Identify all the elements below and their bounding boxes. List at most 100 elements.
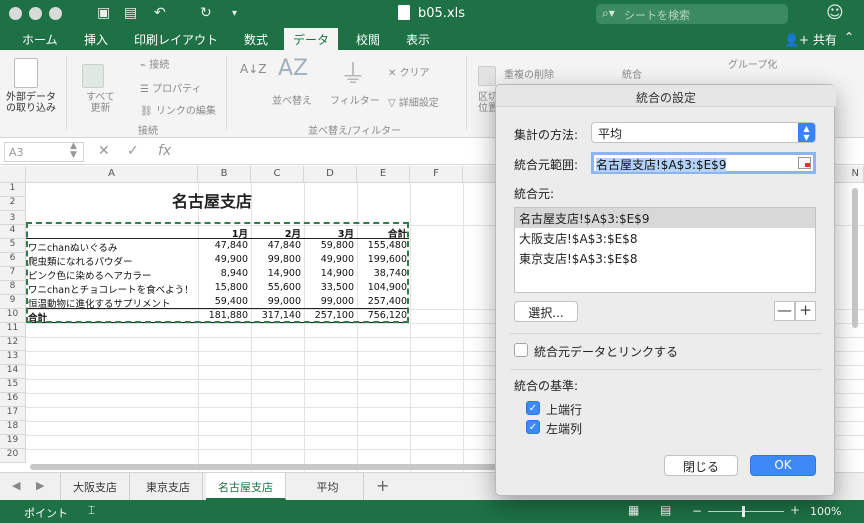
row-header[interactable]: 1 <box>0 183 26 197</box>
row-header[interactable]: 8 <box>0 281 26 295</box>
zoom-window-button[interactable] <box>49 7 62 20</box>
tab-home[interactable]: ホーム <box>22 31 58 48</box>
advanced-filter-button[interactable]: ▽ 詳細設定 <box>388 94 439 109</box>
row-header[interactable]: 14 <box>0 365 26 379</box>
status-mode: ポイント <box>24 507 68 520</box>
sheet-tab-average[interactable]: 平均 <box>292 473 364 500</box>
row-header[interactable]: 5 <box>0 239 26 253</box>
row-header[interactable]: 10 <box>0 309 26 323</box>
sheet-tab-nagoya[interactable]: 名古屋支店 <box>206 473 286 500</box>
collapse-dialog-icon[interactable] <box>798 157 811 169</box>
insert-function-icon[interactable]: fx <box>158 143 171 159</box>
column-header-e[interactable]: E <box>357 166 410 183</box>
row-header[interactable]: 16 <box>0 393 26 407</box>
cancel-entry-icon[interactable]: ✕ <box>98 143 110 159</box>
list-item[interactable]: 名古屋支店!$A$3:$E$9 <box>515 208 815 228</box>
column-header-c[interactable]: C <box>251 166 304 183</box>
edit-links-button[interactable]: ⛓ リンクの編集 <box>140 102 216 117</box>
redo-icon[interactable]: ↻ <box>200 5 212 21</box>
row-header[interactable]: 7 <box>0 267 26 281</box>
connections-button[interactable]: ⌁ 接続 <box>140 56 169 71</box>
tab-insert[interactable]: 挿入 <box>84 31 108 48</box>
tab-data[interactable]: データ <box>284 28 339 50</box>
row-header[interactable]: 12 <box>0 337 26 351</box>
filter-button[interactable]: フィルター <box>330 92 380 107</box>
sheet-search[interactable]: ⌕▾ シートを検索 <box>596 4 788 24</box>
close-window-button[interactable] <box>9 7 22 20</box>
macro-record-icon[interactable]: ⌶ <box>88 503 95 518</box>
ribbon-separator <box>466 56 467 130</box>
list-item[interactable]: 大阪支店!$A$3:$E$8 <box>515 228 815 248</box>
sheet-tab-tokyo[interactable]: 東京支店 <box>134 473 203 500</box>
name-box-stepper-icon[interactable]: ▲ ▼ <box>70 142 77 160</box>
ok-button[interactable]: OK <box>750 455 816 476</box>
row-header[interactable]: 6 <box>0 253 26 267</box>
add-sheet-icon[interactable]: + <box>376 476 389 495</box>
column-header-a[interactable]: A <box>26 166 198 183</box>
horizontal-scrollbar[interactable] <box>30 464 500 470</box>
zoom-out-icon[interactable]: − <box>692 504 702 518</box>
select-all-corner[interactable] <box>0 166 26 183</box>
tab-view[interactable]: 表示 <box>406 31 430 48</box>
left-column-checkbox[interactable]: ✓ <box>526 420 540 434</box>
sort-button[interactable]: 並べ替え <box>272 92 312 107</box>
search-icon: ⌕▾ <box>602 6 615 20</box>
sort-ascending-icon[interactable]: A↓Z <box>240 62 266 76</box>
column-header-b[interactable]: B <box>198 166 251 183</box>
sheet-tab-osaka[interactable]: 大阪支店 <box>60 473 130 500</box>
add-reference-button[interactable]: + <box>795 301 816 321</box>
advanced-label: 詳細設定 <box>398 98 439 109</box>
reference-input[interactable]: 名古屋支店!$A$3:$E$9 <box>591 152 816 174</box>
external-data-button[interactable]: 外部データ の取り込み <box>6 92 56 114</box>
save-icon[interactable]: ▤ <box>124 5 137 21</box>
undo-icon[interactable]: ↶ <box>154 5 166 21</box>
feedback-smiley-icon[interactable]: ☺ <box>826 3 844 23</box>
zoom-in-icon[interactable]: + <box>790 503 800 517</box>
tab-formulas[interactable]: 数式 <box>244 31 268 48</box>
list-item[interactable]: 東京支店!$A$3:$E$8 <box>515 248 815 268</box>
row-header[interactable]: 4 <box>0 225 26 239</box>
close-button[interactable]: 閉じる <box>664 455 738 476</box>
clear-button[interactable]: ✕ クリア <box>388 64 430 79</box>
refresh-all-button[interactable]: すべて 更新 <box>86 92 115 114</box>
collapse-ribbon-icon[interactable]: ⌃ <box>844 30 854 44</box>
vertical-scrollbar[interactable] <box>852 188 858 328</box>
minimize-window-button[interactable] <box>29 7 42 20</box>
link-source-checkbox[interactable] <box>514 343 528 357</box>
consolidate-button[interactable]: 統合 <box>622 66 642 81</box>
row-header[interactable]: 15 <box>0 379 26 393</box>
sources-list[interactable]: 名古屋支店!$A$3:$E$9 大阪支店!$A$3:$E$8 東京支店!$A$3… <box>514 207 816 293</box>
column-header-f[interactable]: F <box>410 166 463 183</box>
zoom-slider-thumb[interactable] <box>742 506 745 517</box>
row-header[interactable]: 13 <box>0 351 26 365</box>
remove-duplicates-button[interactable]: 重複の削除 <box>504 66 554 81</box>
row-header[interactable]: 11 <box>0 323 26 337</box>
top-row-checkbox[interactable]: ✓ <box>526 401 540 415</box>
share-button[interactable]: 👤+ 共有 <box>784 31 837 48</box>
row-header[interactable]: 9 <box>0 295 26 309</box>
next-sheet-icon[interactable]: ▶ <box>36 479 44 492</box>
prev-sheet-icon[interactable]: ◀ <box>12 479 20 492</box>
row-header[interactable]: 2 <box>0 197 26 211</box>
zoom-slider[interactable] <box>708 511 784 512</box>
row-header[interactable]: 17 <box>0 407 26 421</box>
row-header[interactable]: 19 <box>0 435 26 449</box>
function-select[interactable]: 平均 ▲ ▼ <box>591 122 816 143</box>
row-header[interactable]: 18 <box>0 421 26 435</box>
normal-view-icon[interactable]: ▦ <box>628 503 639 517</box>
page-layout-view-icon[interactable]: ▤ <box>660 503 671 517</box>
column-header-d[interactable]: D <box>304 166 357 183</box>
properties-button[interactable]: ☰ プロパティ <box>140 80 202 95</box>
document-icon <box>398 5 410 20</box>
row-header[interactable]: 20 <box>0 449 26 463</box>
sidebar-toggle-icon[interactable]: ▣ <box>97 5 110 21</box>
group-button[interactable]: グループ化 <box>728 56 777 71</box>
remove-reference-button[interactable]: — <box>774 301 795 321</box>
tab-page-layout[interactable]: 印刷レイアウト <box>134 31 218 48</box>
tab-review[interactable]: 校閲 <box>356 31 380 48</box>
row-header[interactable]: 3 <box>0 211 26 225</box>
confirm-entry-icon[interactable]: ✓ <box>127 143 139 159</box>
customize-toolbar-icon[interactable]: ▾ <box>232 8 237 19</box>
browse-button[interactable]: 選択... <box>514 301 578 322</box>
sheet-title[interactable]: 名古屋支店 <box>172 188 252 212</box>
